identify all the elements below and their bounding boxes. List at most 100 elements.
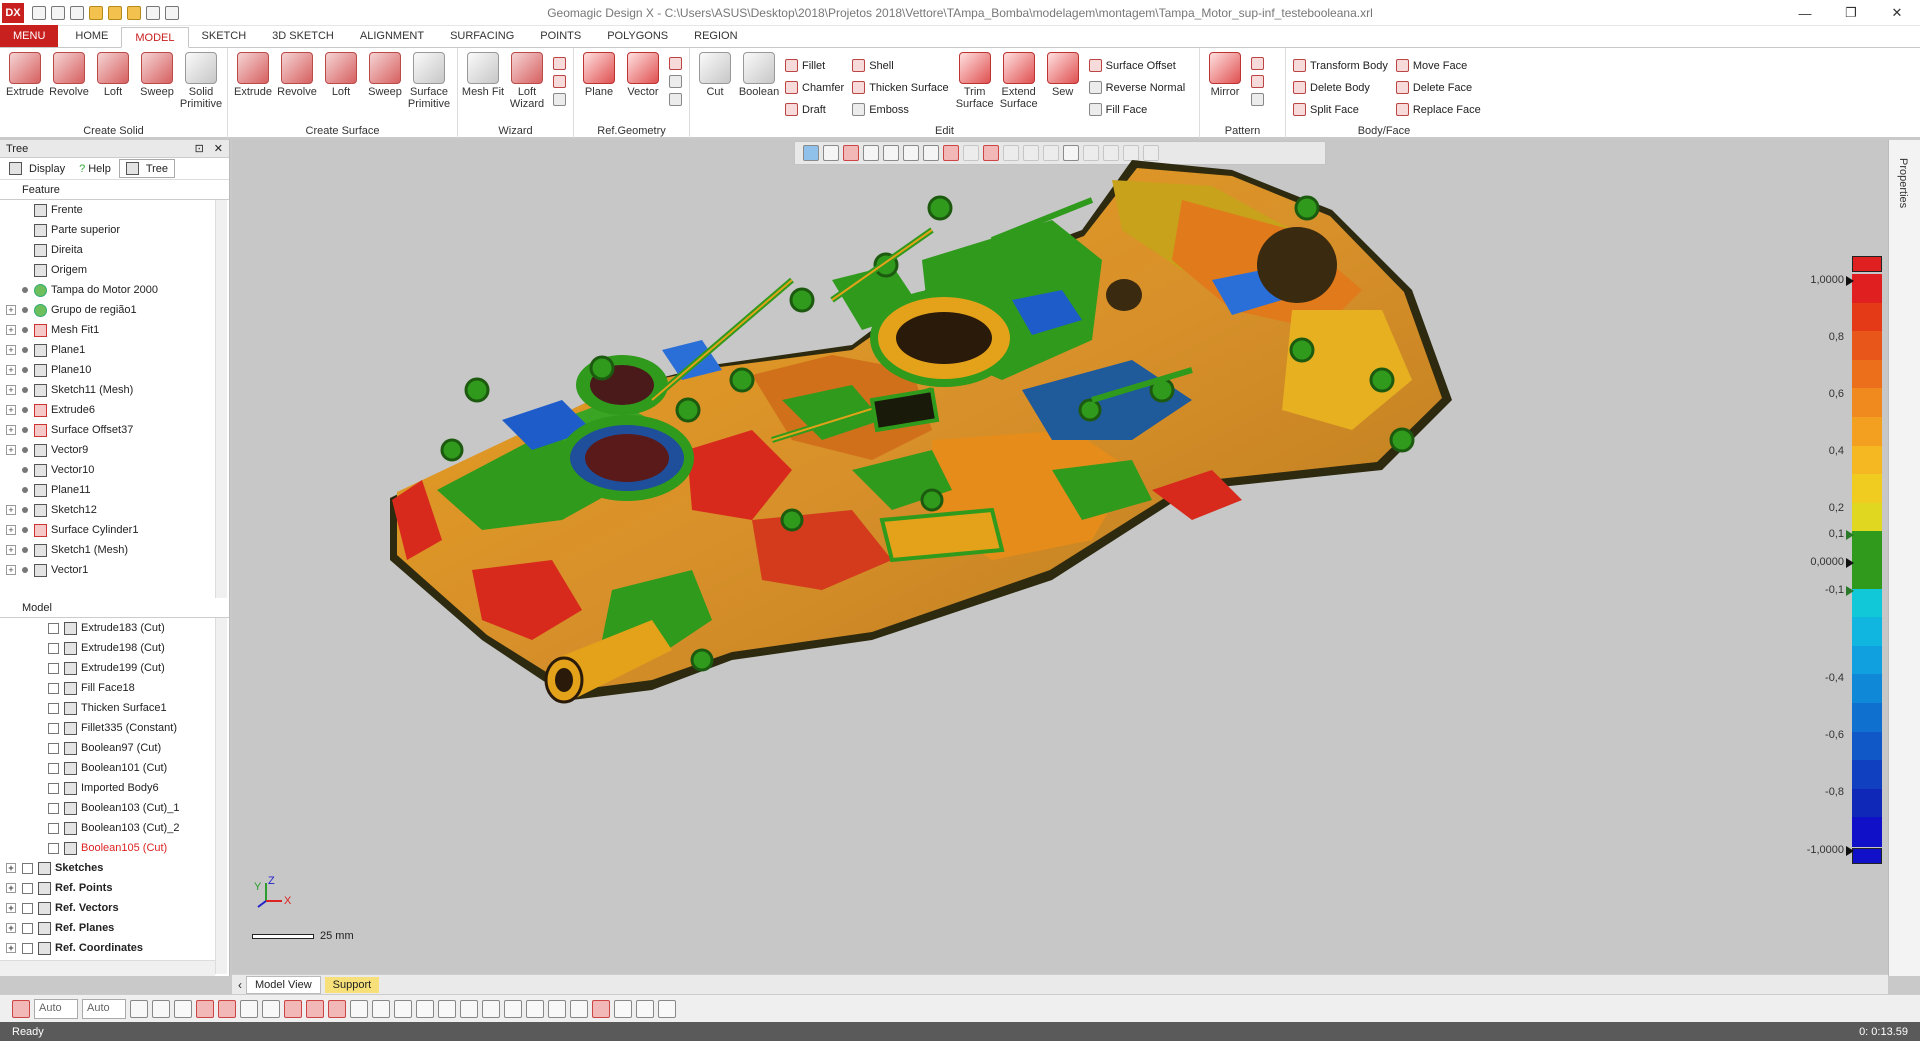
visibility-dot-icon[interactable] — [22, 467, 28, 473]
replace-face-button[interactable]: Replace Face — [1395, 101, 1481, 118]
deviation-model-render[interactable] — [232, 140, 1888, 974]
tree-item[interactable]: + Sketch12 — [0, 500, 229, 520]
visibility-checkbox[interactable] — [48, 722, 59, 734]
open-file-icon[interactable] — [51, 5, 65, 20]
expand-toggle-icon[interactable]: + — [6, 425, 16, 435]
model-viewport[interactable]: Y Z X 25 mm 1,0000 0,8 0,6 0,4 0,2 0,1 0,0000 -… — [232, 140, 1888, 974]
tab-support[interactable]: Support — [324, 976, 380, 993]
tab-tree[interactable]: Tree — [118, 159, 176, 178]
tree-item[interactable]: Fillet335 (Constant) — [0, 718, 229, 738]
expand-toggle-icon[interactable] — [32, 643, 42, 653]
expand-toggle-icon[interactable] — [6, 285, 16, 295]
ref-point-icon[interactable] — [669, 57, 682, 70]
tree-item[interactable]: + Ref. Planes — [0, 918, 229, 938]
visibility-checkbox[interactable] — [22, 902, 33, 914]
expand-toggle-icon[interactable] — [32, 623, 42, 633]
expand-toggle-icon[interactable] — [32, 723, 42, 733]
tree-item[interactable]: Imported Body6 — [0, 778, 229, 798]
curve-pattern-icon[interactable] — [1251, 93, 1264, 106]
tree-item[interactable]: Fill Face18 — [0, 678, 229, 698]
thicken-surface-button[interactable]: Thicken Surface — [852, 79, 949, 96]
select-14-icon[interactable] — [416, 999, 434, 1018]
expand-toggle-icon[interactable] — [32, 783, 42, 793]
select-15-icon[interactable] — [438, 999, 456, 1018]
delete-body-button[interactable]: Delete Body — [1293, 79, 1388, 96]
expand-toggle-icon[interactable]: + — [6, 863, 16, 873]
expand-toggle-icon[interactable] — [32, 823, 42, 833]
tree-item[interactable]: + Ref. Coordinates — [0, 938, 229, 958]
tab-region[interactable]: REGION — [681, 26, 750, 47]
tab-alignment[interactable]: ALIGNMENT — [347, 26, 437, 47]
tree-item[interactable]: Direita — [0, 240, 229, 260]
visibility-checkbox[interactable] — [48, 842, 59, 854]
filter-1-icon[interactable] — [130, 999, 148, 1018]
visibility-checkbox[interactable] — [48, 622, 59, 634]
undo-icon[interactable] — [146, 5, 160, 20]
tool-23-icon[interactable] — [614, 999, 632, 1018]
expand-toggle-icon[interactable] — [32, 843, 42, 853]
new-file-icon[interactable] — [32, 5, 46, 20]
tree-item[interactable]: Plane11 — [0, 480, 229, 500]
tree-item[interactable]: Tampa do Motor 2000 — [0, 280, 229, 300]
ref-axis-icon[interactable] — [669, 93, 682, 106]
visibility-checkbox[interactable] — [22, 922, 33, 934]
close-button[interactable]: ✕ — [1874, 0, 1920, 26]
circular-pattern-icon[interactable] — [1251, 75, 1264, 88]
visibility-checkbox[interactable] — [48, 702, 59, 714]
surface-offset-button[interactable]: Surface Offset — [1088, 57, 1185, 74]
properties-panel[interactable]: Properties — [1888, 140, 1920, 976]
expand-toggle-icon[interactable]: + — [6, 505, 16, 515]
expand-toggle-icon[interactable] — [32, 803, 42, 813]
tree-horizontal-scrollbar[interactable] — [0, 960, 215, 976]
visibility-dot-icon[interactable] — [22, 487, 28, 493]
visibility-checkbox[interactable] — [48, 782, 59, 794]
tree-item[interactable]: + Mesh Fit1 — [0, 320, 229, 340]
draft-button[interactable]: Draft — [785, 101, 844, 118]
filter-6-icon[interactable] — [240, 999, 258, 1018]
move-face-button[interactable]: Move Face — [1395, 57, 1481, 74]
transform-body-button[interactable]: Transform Body — [1293, 57, 1388, 74]
expand-toggle-icon[interactable]: + — [6, 525, 16, 535]
visibility-checkbox[interactable] — [48, 742, 59, 754]
ref-coord-icon[interactable] — [669, 75, 682, 88]
visibility-dot-icon[interactable] — [22, 527, 28, 533]
tree-item[interactable]: Boolean103 (Cut)_2 — [0, 818, 229, 838]
app-logo[interactable]: DX — [2, 2, 24, 23]
filter-7-icon[interactable] — [262, 999, 280, 1018]
tab-menu[interactable]: MENU — [0, 25, 59, 47]
tool-25-icon[interactable] — [658, 999, 676, 1018]
tool-24-icon[interactable] — [636, 999, 654, 1018]
tree-item[interactable]: + Plane10 — [0, 360, 229, 380]
select-18-icon[interactable] — [504, 999, 522, 1018]
expand-toggle-icon[interactable]: + — [6, 545, 16, 555]
selection-mode-combo-2[interactable]: Auto — [82, 998, 126, 1019]
expand-toggle-icon[interactable]: + — [6, 345, 16, 355]
expand-toggle-icon[interactable]: + — [6, 445, 16, 455]
shell-button[interactable]: Shell — [852, 57, 948, 74]
visibility-checkbox[interactable] — [48, 762, 59, 774]
visibility-checkbox[interactable] — [48, 662, 59, 674]
wizard-extra3-icon[interactable] — [553, 93, 566, 106]
tree-item[interactable]: Boolean105 (Cut) — [0, 838, 229, 858]
visibility-dot-icon[interactable] — [22, 387, 28, 393]
select-16-icon[interactable] — [460, 999, 478, 1018]
tree-item[interactable]: Extrude198 (Cut) — [0, 638, 229, 658]
visibility-dot-icon[interactable] — [22, 287, 28, 293]
maximize-button[interactable]: ❐ — [1828, 0, 1874, 26]
expand-toggle-icon[interactable] — [6, 245, 16, 255]
visibility-dot-icon[interactable] — [22, 407, 28, 413]
select-11-icon[interactable] — [350, 999, 368, 1018]
tab-3d-sketch[interactable]: 3D SKETCH — [259, 26, 347, 47]
tab-model[interactable]: MODEL — [121, 27, 189, 48]
expand-toggle-icon[interactable] — [6, 205, 16, 215]
fill-face-button[interactable]: Fill Face — [1088, 101, 1185, 118]
select-19-icon[interactable] — [526, 999, 544, 1018]
visibility-dot-icon[interactable] — [22, 567, 28, 573]
tree-item[interactable]: Parte superior — [0, 220, 229, 240]
tree-item[interactable]: + Vector1 — [0, 560, 229, 580]
visibility-checkbox[interactable] — [22, 862, 33, 874]
tab-display[interactable]: Display — [3, 160, 71, 177]
tree-item[interactable]: Boolean101 (Cut) — [0, 758, 229, 778]
linear-pattern-icon[interactable] — [1251, 57, 1264, 70]
visibility-dot-icon[interactable] — [22, 507, 28, 513]
